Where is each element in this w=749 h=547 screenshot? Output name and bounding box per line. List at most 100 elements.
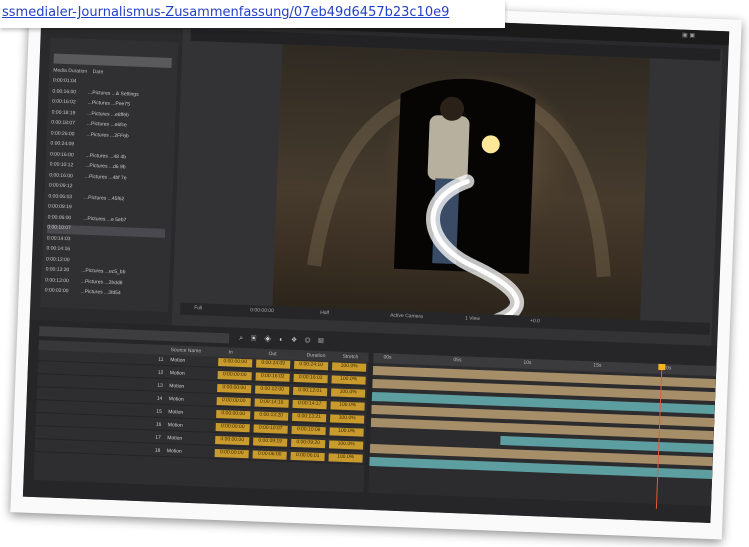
item-duration: 0:00:09:12 [48, 182, 73, 190]
url-link[interactable]: ssmedialer-Journalismus-Zusammenfassung/… [2, 5, 502, 20]
layer-out-value[interactable]: 0:00:13:20 [254, 411, 289, 421]
item-duration: 0:00:01:04 [52, 77, 77, 85]
header-stretch[interactable]: Stretch [342, 354, 358, 361]
layer-in-value[interactable]: 0:00:00:00 [216, 409, 251, 420]
layer-stretch-value[interactable]: 100.0% [330, 388, 366, 398]
layer-number: 15 [156, 408, 162, 415]
layer-in-value[interactable]: 0:00:00:00 [214, 448, 249, 459]
item-label: ...Pictures ...2FF6b [86, 131, 129, 139]
layer-dur-value[interactable]: 0:00:06:01 [290, 451, 325, 462]
item-duration: 0:00:18:07 [51, 119, 76, 127]
layer-stretch-value[interactable]: 100.0% [331, 362, 367, 372]
item-duration: 0:00:16:02 [51, 98, 76, 106]
item-label: ...Pictures ...& Settings [87, 89, 139, 98]
layer-out-value[interactable]: 0:00:12:00 [255, 385, 290, 395]
views-layout-dropdown[interactable]: 1 View [465, 315, 480, 322]
item-label: ...Pictures ...Pee75 [87, 99, 131, 108]
item-label: ...Pictures ...3fd54 [80, 288, 121, 297]
item-duration: 0:00:10:12 [49, 161, 74, 169]
ruler-tick: 00s [383, 354, 392, 361]
layer-dur-value[interactable]: 0:00:12:01 [292, 386, 328, 397]
item-duration: 0:00:06:03 [48, 192, 73, 200]
layer-dur-value[interactable]: 0:00:24:10 [293, 360, 329, 371]
layer-number: 11 [158, 356, 164, 363]
layer-in-value[interactable]: 0:00:00:00 [217, 371, 252, 381]
viewer-frame-art [307, 78, 611, 321]
header-out[interactable]: Out [268, 351, 276, 357]
address-bar[interactable]: ssmedialer-Journalismus-Zusammenfassung/… [0, 0, 505, 28]
item-label: ...Pictures ...e8ffeb [87, 110, 129, 118]
layer-name: Motion [167, 422, 183, 429]
item-duration: 0:00:13:20 [45, 266, 70, 274]
item-label: ...Pictures ...45f62 [83, 194, 125, 202]
layer-dur-value[interactable]: 0:00:10:08 [291, 425, 326, 436]
header-duration[interactable]: Duration [306, 352, 325, 359]
layer-stretch-value[interactable]: 100.0% [328, 453, 363, 463]
layer-dur-value[interactable]: 0:00:13:21 [291, 412, 327, 423]
composition-viewer[interactable] [272, 44, 651, 321]
layer-out-value[interactable]: 0:00:06:00 [252, 450, 287, 460]
layer-in-value[interactable]: 0:00:00:00 [215, 435, 250, 446]
ruler-tick: 15s [593, 362, 602, 369]
layer-in-value[interactable]: 0:00:00:00 [215, 422, 250, 433]
layer-number: 12 [157, 369, 164, 376]
project-list: 0:00:01:04 0:00:16:00 ...Pictures ...& Set… [45, 37, 179, 296]
layer-out-value[interactable]: 0:00:24:09 [256, 359, 291, 369]
layer-in-value[interactable]: 0:00:00:00 [218, 358, 253, 368]
playhead-handle[interactable] [658, 363, 666, 371]
header-in[interactable]: In [228, 349, 232, 355]
item-label: ...Pictures ...ec5_bb [81, 267, 126, 276]
timeline-panel: ⌕ ▣ ◈ ◐ ❖ ◎ ▦ Source Name In Out Duratio… [22, 319, 718, 524]
item-duration: 0:00:14:16 [46, 245, 71, 253]
item-duration: 0:00:26:00 [50, 129, 75, 137]
item-label: ...Pictures ...2bdd8 [80, 278, 123, 286]
layer-dur-value[interactable]: 0:00:14:17 [292, 399, 327, 410]
item-label: ...Pictures ...d6 9b [85, 162, 126, 171]
layer-out-value[interactable]: 0:00:14:16 [254, 398, 289, 408]
item-duration: 0:00:12:00 [45, 255, 70, 263]
layer-name: Motion [167, 435, 183, 442]
column-media-duration[interactable]: Media Duration [53, 67, 87, 74]
layer-stretch-value[interactable]: 100.0% [329, 414, 365, 424]
layer-number: 18 [154, 447, 161, 454]
item-label: ...Pictures ...48 4b [85, 152, 127, 160]
item-duration: 0:00:02:00 [44, 287, 69, 295]
layer-stretch-value[interactable]: 100.0% [331, 375, 366, 385]
layer-dur-value[interactable]: 0:00:16:03 [293, 373, 328, 384]
layer-dur-value[interactable]: 0:00:09:20 [290, 438, 326, 449]
layer-name: Motion [168, 409, 184, 416]
item-duration: 0:00:06:00 [47, 213, 72, 221]
layer-stretch-value[interactable]: 100.0% [330, 401, 365, 411]
project-column-headers: Media Duration Date [53, 67, 103, 75]
item-duration: 0:00:14:03 [46, 234, 71, 242]
screenshot-photo: ▣ ▣ Media Duration Date 0:00:01:04 0:00:1… [10, 0, 742, 540]
current-time-display[interactable]: 0:00:00:00 [250, 307, 274, 314]
view-dropdown[interactable]: Active Camera [390, 313, 423, 320]
item-duration: 0:00:16:00 [52, 87, 77, 95]
layer-out-value[interactable]: 0:00:16:02 [255, 372, 290, 382]
layer-stretch-value[interactable]: 100.0% [329, 427, 364, 437]
item-duration: 0:00:18:19 [51, 108, 76, 116]
zoom-dropdown[interactable]: Full [194, 305, 202, 311]
exposure-value[interactable]: +0.0 [530, 318, 540, 324]
layer-number: 14 [156, 395, 163, 402]
layer-number: 13 [157, 382, 163, 389]
column-date[interactable]: Date [93, 69, 104, 75]
layer-number: 17 [155, 434, 161, 441]
layer-in-value[interactable]: 0:00:00:00 [217, 383, 252, 394]
item-duration: 0:00:10:07 [47, 224, 71, 232]
layer-out-value[interactable]: 0:00:09:19 [253, 437, 288, 447]
layer-in-value[interactable]: 0:00:00:00 [216, 396, 251, 407]
ruler-tick: 10s [523, 359, 532, 367]
project-panel: Media Duration Date 0:00:01:04 0:00:16:00… [40, 37, 179, 313]
item-duration: 0:00:16:00 [49, 171, 73, 179]
project-search-field[interactable] [53, 53, 172, 69]
item-label: ...Pictures ...e 5eb7 [83, 215, 127, 223]
item-duration: 0:00:09:19 [47, 203, 72, 211]
layer-name: Motion [170, 357, 186, 364]
layer-stretch-value[interactable]: 100.0% [328, 440, 364, 450]
timeline-switches[interactable]: ⌕ ▣ ◈ ◐ ❖ ◎ ▦ [239, 335, 327, 346]
resolution-dropdown[interactable]: Half [320, 310, 329, 316]
layer-out-value[interactable]: 0:00:10:07 [253, 424, 288, 434]
header-source-name[interactable]: Source Name [171, 347, 202, 354]
